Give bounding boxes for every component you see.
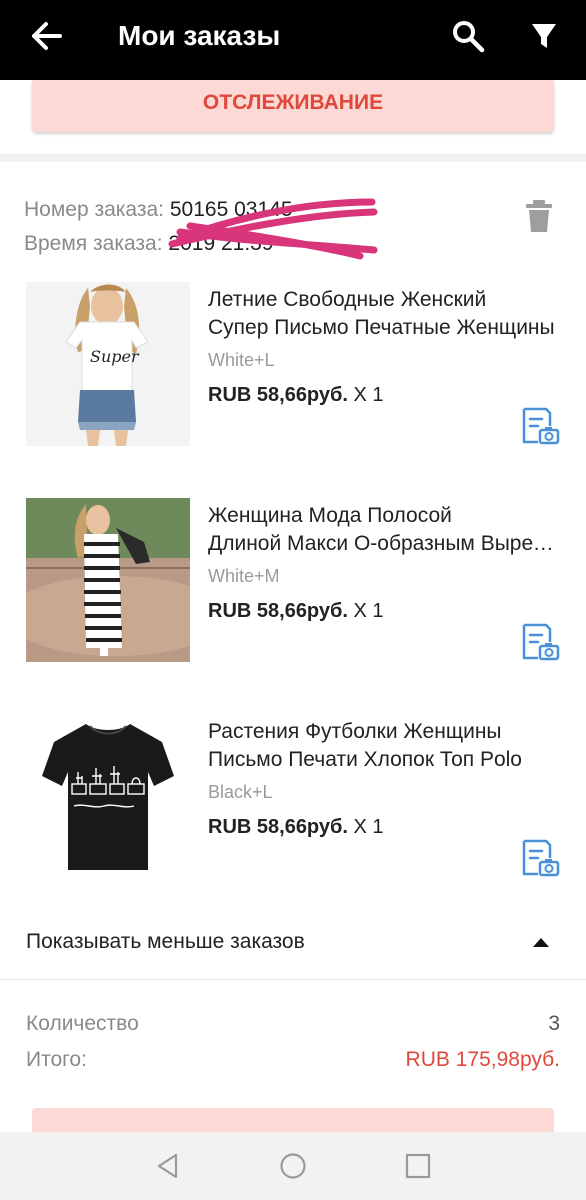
tracking-section: ОТСЛЕЖИВАНИЕ — [0, 80, 586, 154]
system-nav-bar — [0, 1132, 586, 1200]
tracking-button[interactable]: ОТСЛЕЖИВАНИЕ — [32, 80, 554, 132]
order-item[interactable]: Растения Футболки Женщины Письмо Печати … — [0, 714, 586, 914]
product-price: RUB 58,66руб. — [208, 384, 348, 406]
product-qty: X 1 — [353, 384, 384, 406]
product-name[interactable]: Женщина Мода Полосой Длиной Макси О-обра… — [208, 502, 562, 558]
redaction-scribble — [168, 198, 378, 260]
page-title: Мои заказы — [118, 20, 281, 51]
order-item[interactable]: Женщина Мода Полосой Длиной Макси О-обра… — [0, 498, 586, 698]
photo-review-icon[interactable] — [520, 406, 560, 446]
trash-icon[interactable] — [522, 198, 556, 234]
product-qty: X 1 — [353, 816, 384, 838]
product-image[interactable] — [26, 714, 190, 878]
order-card: Номер заказа: 50165 03145 Время заказа: … — [0, 162, 586, 1138]
product-image[interactable] — [26, 498, 190, 662]
product-name-line1: Летние Свободные Женский — [208, 288, 487, 311]
total-value: RUB 175,98руб. — [405, 1048, 560, 1071]
product-price-row: RUB 58,66руб. X 1 — [208, 600, 384, 623]
quantity-value: 3 — [548, 1012, 560, 1035]
product-name-line2: Письмо Печати Хлопок Топ Polo — [208, 748, 522, 771]
product-variant: Black+L — [208, 782, 273, 802]
photo-review-icon[interactable] — [520, 838, 560, 878]
product-variant: White+L — [208, 350, 275, 370]
product-name[interactable]: Летние Свободные Женский Супер Письмо Пе… — [208, 286, 562, 342]
back-arrow-icon[interactable] — [20, 14, 72, 58]
order-item[interactable]: Super Летние Свободные Женский Супер Пис… — [0, 282, 586, 482]
product-price-row: RUB 58,66руб. X 1 — [208, 816, 384, 839]
tracking-button-label: ОТСЛЕЖИВАНИЕ — [202, 91, 384, 114]
order-time-label: Время заказа: — [24, 232, 163, 255]
nav-back-icon[interactable] — [154, 1152, 182, 1180]
search-icon[interactable] — [444, 12, 492, 60]
show-less-toggle[interactable]: Показывать меньше заказов — [0, 920, 586, 980]
show-less-label: Показывать меньше заказов — [26, 930, 305, 953]
order-number-label: Номер заказа: — [24, 198, 165, 221]
nav-home-icon[interactable] — [279, 1152, 307, 1180]
product-price: RUB 58,66руб. — [208, 600, 348, 622]
filter-icon[interactable] — [520, 12, 568, 60]
nav-recents-icon[interactable] — [404, 1152, 432, 1180]
product-name-line2: Длиной Макси О-образным Вырезом — [208, 532, 562, 555]
product-name-line1: Растения Футболки Женщины — [208, 720, 502, 743]
svg-text:Super: Super — [90, 347, 140, 366]
product-price-row: RUB 58,66руб. X 1 — [208, 384, 384, 407]
product-name[interactable]: Растения Футболки Женщины Письмо Печати … — [208, 718, 562, 774]
total-label: Итого: — [26, 1048, 87, 1071]
product-qty: X 1 — [353, 600, 384, 622]
photo-review-icon[interactable] — [520, 622, 560, 662]
product-name-line2: Супер Письмо Печатные Женщины — [208, 316, 555, 339]
app-bar: Мои заказы — [0, 0, 586, 80]
caret-up-icon — [533, 938, 549, 947]
quantity-label: Количество — [26, 1012, 139, 1035]
product-image[interactable]: Super — [26, 282, 190, 446]
product-variant: White+M — [208, 566, 280, 586]
product-name-line1: Женщина Мода Полосой — [208, 504, 452, 527]
product-price: RUB 58,66руб. — [208, 816, 348, 838]
